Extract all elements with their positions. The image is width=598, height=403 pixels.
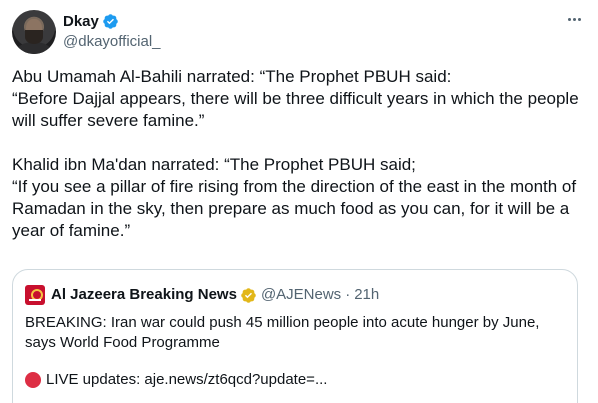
quoted-display-name[interactable]: Al Jazeera Breaking News xyxy=(51,286,237,304)
tweet-header: Dkay @dkayofficial_ xyxy=(12,10,586,58)
author-display-name[interactable]: Dkay xyxy=(63,12,99,31)
al-jazeera-logo-icon[interactable] xyxy=(25,285,45,305)
quoted-tweet-text: BREAKING: Iran war could push 45 million… xyxy=(25,314,540,351)
author-names: Dkay @dkayofficial_ xyxy=(63,12,161,52)
quoted-timestamp[interactable]: 21h xyxy=(354,286,379,304)
live-updates-text[interactable]: LIVE updates: aje.news/zt6qcd?update=... xyxy=(46,370,327,390)
quoted-handle[interactable]: @AJENews xyxy=(261,286,341,304)
verified-badge-icon xyxy=(103,14,118,29)
quoted-tweet[interactable]: Al Jazeera Breaking News @AJENews · 21h … xyxy=(12,269,578,403)
author-handle[interactable]: @dkayofficial_ xyxy=(63,32,161,52)
live-updates-line: LIVE updates: aje.news/zt6qcd?update=... xyxy=(25,370,327,390)
tweet-text: Abu Umamah Al-Bahili narrated: “The Prop… xyxy=(12,67,579,240)
quoted-tweet-header: Al Jazeera Breaking News @AJENews · 21h xyxy=(25,285,379,305)
gold-verified-badge-icon xyxy=(241,287,256,303)
red-circle-icon xyxy=(25,372,41,388)
separator-dot: · xyxy=(345,286,351,303)
more-options-icon[interactable] xyxy=(564,10,584,28)
avatar[interactable] xyxy=(12,10,56,54)
